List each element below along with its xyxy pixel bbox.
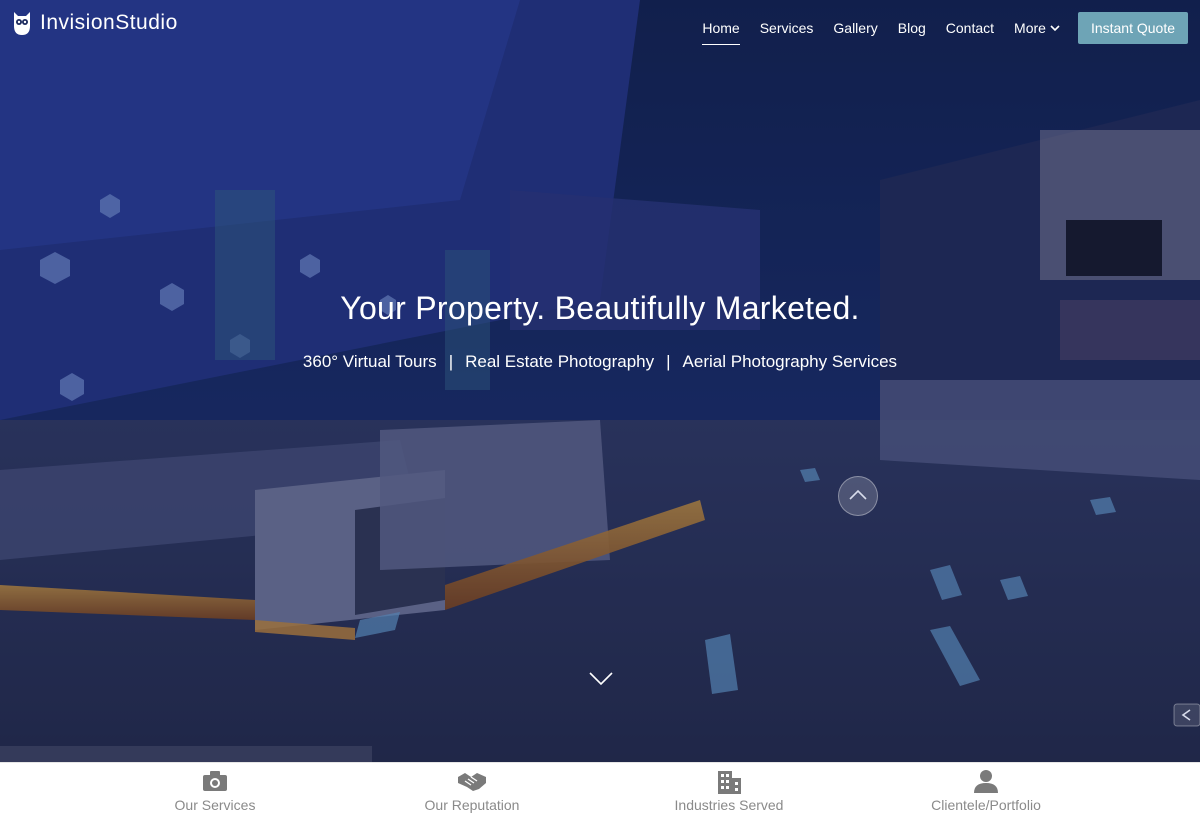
hero-tagline: 360° Virtual Tours | Real Estate Photograp… (0, 352, 1200, 372)
nav-item-services[interactable]: Services (750, 14, 824, 42)
quick-link-our-services[interactable]: Our Services (95, 763, 335, 823)
chevron-down-icon (589, 672, 613, 686)
hero-headline: Your Property. Beautifully Marketed. (340, 290, 860, 326)
pano-left-button[interactable] (1172, 702, 1200, 728)
tagline-item-virtual-tours: 360° Virtual Tours (302, 352, 437, 371)
hero-overlay (0, 0, 1200, 762)
nav-item-home[interactable]: Home (692, 14, 749, 45)
handshake-icon (458, 773, 486, 791)
brand-logo[interactable]: InvisionStudio (12, 10, 178, 36)
nav-item-gallery[interactable]: Gallery (823, 14, 887, 42)
person-icon (974, 770, 998, 793)
quick-link-label: Industries Served (674, 797, 784, 813)
nav-item-blog[interactable]: Blog (888, 14, 936, 42)
scroll-down-button[interactable] (589, 672, 613, 691)
quick-link-our-reputation[interactable]: Our Reputation (352, 763, 592, 823)
owl-icon (14, 12, 30, 35)
tagline-separator: | (666, 352, 671, 371)
building-icon (718, 771, 741, 794)
tagline-item-aerial: Aerial Photography Services (682, 352, 898, 371)
chevron-up-icon (849, 489, 867, 500)
quick-link-label: Our Reputation (424, 797, 520, 813)
camera-icon (203, 771, 227, 791)
nav-item-more[interactable]: More (1004, 14, 1070, 42)
nav-more-label: More (1014, 20, 1046, 36)
tagline-separator: | (448, 352, 454, 371)
instant-quote-button[interactable]: Instant Quote (1077, 12, 1188, 44)
quick-link-label: Our Services (174, 797, 256, 813)
quick-link-industries-served[interactable]: Industries Served (609, 763, 849, 823)
tagline-item-real-estate: Real Estate Photography (465, 352, 655, 371)
chevron-down-icon (1050, 25, 1060, 32)
brand-name: InvisionStudio (40, 11, 178, 34)
quick-link-clientele-portfolio[interactable]: Clientele/Portfolio (866, 763, 1106, 823)
nav-item-contact[interactable]: Contact (936, 14, 1004, 42)
main-nav: Home Services Gallery Blog Contact More … (692, 12, 1188, 45)
bottom-quick-links: Our Services Our Reputation Industries S… (0, 762, 1200, 823)
pano-up-button[interactable] (838, 476, 878, 516)
arrow-left-icon (1173, 703, 1200, 727)
hero-background (0, 0, 1200, 762)
quick-link-label: Clientele/Portfolio (931, 797, 1041, 813)
